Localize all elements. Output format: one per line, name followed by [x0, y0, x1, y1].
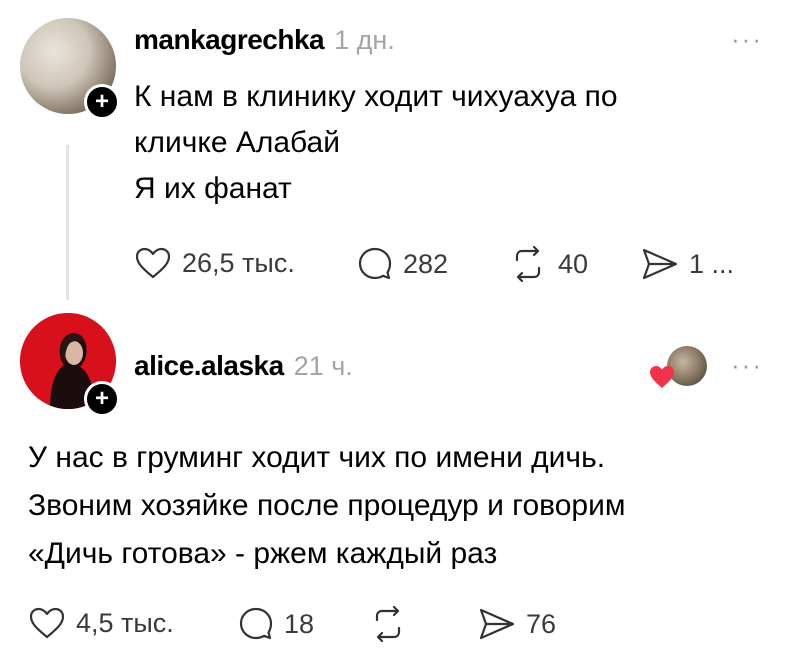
post-text-line: Звоним хозяйке после процедур и говорим	[28, 489, 626, 522]
comment-count: 282	[403, 248, 449, 279]
post-time: 21 ч.	[293, 351, 353, 381]
share-icon	[479, 608, 515, 640]
repost-button[interactable]	[368, 606, 418, 642]
share-count: 1 ...	[689, 248, 735, 279]
comment-button[interactable]: 282	[357, 246, 448, 282]
post-time: 1 дн.	[334, 25, 395, 55]
share-button[interactable]: 1 ...	[641, 246, 734, 282]
like-button[interactable]: 26,5 тыс.	[134, 246, 295, 280]
post-text-line: «Дичь готова» - ржем каждый раз	[28, 537, 498, 570]
repost-count: 40	[558, 248, 589, 279]
share-button[interactable]: 76	[478, 606, 556, 642]
username[interactable]: alice.alaska	[134, 350, 284, 382]
like-button[interactable]: 4,5 тыс.	[28, 606, 174, 640]
heart-icon	[135, 247, 171, 279]
comment-icon	[239, 607, 273, 640]
more-icon[interactable]: ···	[731, 24, 763, 55]
heart-icon	[650, 366, 674, 388]
post-text-line: К нам в клинику ходит чихуахуа по	[134, 80, 618, 113]
heart-icon	[29, 607, 65, 639]
repost-icon	[515, 246, 541, 282]
post-text-line: У нас в груминг ходит чих по имени дичь.	[28, 441, 606, 474]
post-body: К нам в клинику ходит чихуахуа по кличке…	[134, 74, 618, 212]
username[interactable]: mankagrechka	[134, 24, 325, 56]
post-header: alice.alaska 21 ч.	[134, 350, 353, 382]
more-icon[interactable]: ···	[731, 350, 763, 381]
repost-icon	[375, 606, 401, 642]
share-count: 76	[526, 608, 557, 639]
like-count: 4,5 тыс.	[76, 607, 174, 638]
post-header: mankagrechka 1 дн.	[134, 24, 395, 56]
repost-button[interactable]: 40	[508, 246, 588, 282]
comment-button[interactable]: 18	[238, 606, 314, 642]
post-text-line: Я их фанат	[134, 172, 292, 205]
like-count: 26,5 тыс.	[182, 247, 295, 278]
comment-count: 18	[284, 608, 315, 639]
thread-line	[66, 145, 69, 300]
post-text-line: кличке Алабай	[134, 126, 340, 159]
follow-plus-icon[interactable]: +	[84, 84, 120, 120]
follow-plus-icon[interactable]: +	[84, 381, 120, 417]
post-body: У нас в груминг ходит чих по имени дичь.…	[28, 434, 625, 578]
comment-icon	[358, 247, 392, 280]
share-icon	[642, 248, 678, 280]
